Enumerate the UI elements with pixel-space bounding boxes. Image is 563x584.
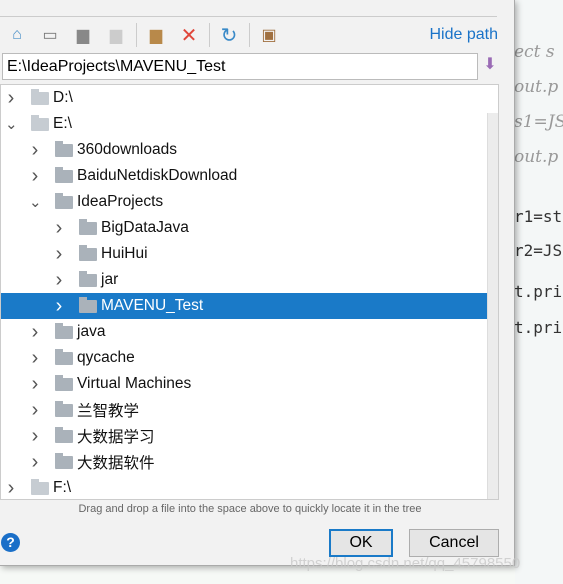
code-fragment: out.p <box>514 147 559 167</box>
chevron-down-icon[interactable]: ⌄ <box>5 115 18 133</box>
tree-node[interactable]: › 兰智教学 <box>1 397 486 423</box>
tree-node-label: IdeaProjects <box>77 193 164 210</box>
tree-node[interactable]: › 大数据软件 <box>1 449 486 475</box>
tree-node-label: D:\ <box>53 89 73 106</box>
directory-tree[interactable]: › F:\ › 大数据软件 › 大数据学习 › 兰智教学 › Virtual Machines › q… <box>0 84 499 500</box>
code-fragment: s1=JS <box>514 112 563 132</box>
folder-icon <box>55 348 73 365</box>
tree-node-label: java <box>77 323 106 340</box>
chevron-right-icon[interactable]: › <box>53 243 65 266</box>
tree-node[interactable]: ⌄ E:\ <box>1 111 486 137</box>
chevron-right-icon[interactable]: › <box>29 165 41 188</box>
tree-node-label: jar <box>101 271 119 288</box>
tree-node[interactable]: ⌄ IdeaProjects <box>1 189 486 215</box>
module-folder-icon[interactable]: ▆ <box>103 23 129 47</box>
code-fragment: ect s <box>514 42 555 62</box>
tree-node-label: BaiduNetdiskDownload <box>77 167 238 184</box>
tree-node-label: HuiHui <box>101 245 148 262</box>
tree-node-label: BigDataJava <box>101 219 189 236</box>
new-folder-icon[interactable]: ▆ <box>143 23 169 47</box>
tree-node[interactable]: › HuiHui <box>1 241 486 267</box>
tree-node[interactable]: › BaiduNetdiskDownload <box>1 163 486 189</box>
download-icon[interactable]: ⬇ <box>481 54 499 78</box>
tree-node[interactable]: › MAVENU_Test <box>1 293 498 319</box>
separator <box>249 23 250 47</box>
tree-node-label: Virtual Machines <box>77 375 192 392</box>
delete-icon[interactable]: ✕ <box>176 23 202 47</box>
folder-icon <box>79 218 97 235</box>
folder-icon <box>79 296 97 313</box>
chevron-right-icon[interactable]: › <box>53 295 65 318</box>
divider <box>0 16 497 17</box>
code-fragment: t.pri <box>514 318 563 337</box>
tree-node-label: 大数据软件 <box>77 455 155 472</box>
tree-node-label: F:\ <box>53 479 72 496</box>
chevron-right-icon[interactable]: › <box>29 399 41 422</box>
drag-drop-hint: Drag and drop a file into the space abov… <box>78 503 422 515</box>
drive-icon <box>31 88 49 105</box>
home-icon[interactable]: ⌂ <box>4 23 30 47</box>
folder-icon <box>55 426 73 443</box>
folder-icon <box>55 452 73 469</box>
tree-node-label: 360downloads <box>77 141 177 158</box>
watermark: https://blog.csdn.net/qq_45798550 <box>290 555 521 572</box>
folder-icon <box>55 192 73 209</box>
tree-node[interactable]: › F:\ <box>1 475 486 500</box>
code-fragment: out.p <box>514 77 559 97</box>
tree-node-label: 兰智教学 <box>77 403 140 420</box>
choose-directory-dialog: ⌂ ▭ ▆ ▆ ▆ ✕ ↻ ▣ Hide path ⬇ › F:\ › 大数据软件 › 大… <box>0 0 515 566</box>
show-hidden-icon[interactable]: ▣ <box>256 23 282 47</box>
chevron-right-icon[interactable]: › <box>53 217 65 240</box>
tree-node[interactable]: › jar <box>1 267 486 293</box>
chevron-right-icon[interactable]: › <box>29 321 41 344</box>
code-fragment: r1=st <box>514 207 563 226</box>
desktop-icon[interactable]: ▭ <box>37 23 63 47</box>
chevron-right-icon[interactable]: › <box>29 425 41 448</box>
folder-icon <box>79 244 97 261</box>
toolbar: ⌂ ▭ ▆ ▆ ▆ ✕ ↻ ▣ <box>4 22 289 48</box>
chevron-right-icon[interactable]: › <box>5 477 17 500</box>
folder-icon <box>55 374 73 391</box>
refresh-icon[interactable]: ↻ <box>216 23 242 47</box>
tree-node[interactable]: › BigDataJava <box>1 215 486 241</box>
tree-node-label: E:\ <box>53 115 72 132</box>
chevron-right-icon[interactable]: › <box>5 87 17 110</box>
tree-node[interactable]: › 大数据学习 <box>1 423 486 449</box>
tree-node[interactable]: › Virtual Machines <box>1 371 486 397</box>
separator <box>136 23 137 47</box>
scrollbar[interactable] <box>487 113 498 499</box>
drive-icon <box>31 114 49 131</box>
chevron-right-icon[interactable]: › <box>29 451 41 474</box>
code-fragment: r2=JS <box>514 241 563 260</box>
tree-node[interactable]: › D:\ <box>1 85 486 111</box>
tree-node-label: qycache <box>77 349 135 366</box>
folder-icon <box>55 166 73 183</box>
tree-node[interactable]: › qycache <box>1 345 486 371</box>
separator <box>209 23 210 47</box>
project-folder-icon[interactable]: ▆ <box>70 23 96 47</box>
folder-icon <box>55 140 73 157</box>
folder-icon <box>55 400 73 417</box>
chevron-right-icon[interactable]: › <box>53 269 65 292</box>
chevron-right-icon[interactable]: › <box>29 373 41 396</box>
chevron-right-icon[interactable]: › <box>29 139 41 162</box>
folder-icon <box>79 270 97 287</box>
code-fragment: t.pri <box>514 282 563 301</box>
hide-path-link[interactable]: Hide path <box>430 26 499 44</box>
help-icon[interactable]: ? <box>1 533 20 552</box>
path-input[interactable] <box>2 53 478 80</box>
ok-button[interactable]: OK <box>329 529 393 557</box>
chevron-down-icon[interactable]: ⌄ <box>29 193 42 211</box>
tree-node-label: 大数据学习 <box>77 429 155 446</box>
tree-node[interactable]: › java <box>1 319 486 345</box>
cancel-button[interactable]: Cancel <box>409 529 499 557</box>
chevron-right-icon[interactable]: › <box>29 347 41 370</box>
folder-icon <box>55 322 73 339</box>
tree-node-label: MAVENU_Test <box>101 297 204 314</box>
drive-icon <box>31 478 49 495</box>
tree-node[interactable]: › 360downloads <box>1 137 486 163</box>
